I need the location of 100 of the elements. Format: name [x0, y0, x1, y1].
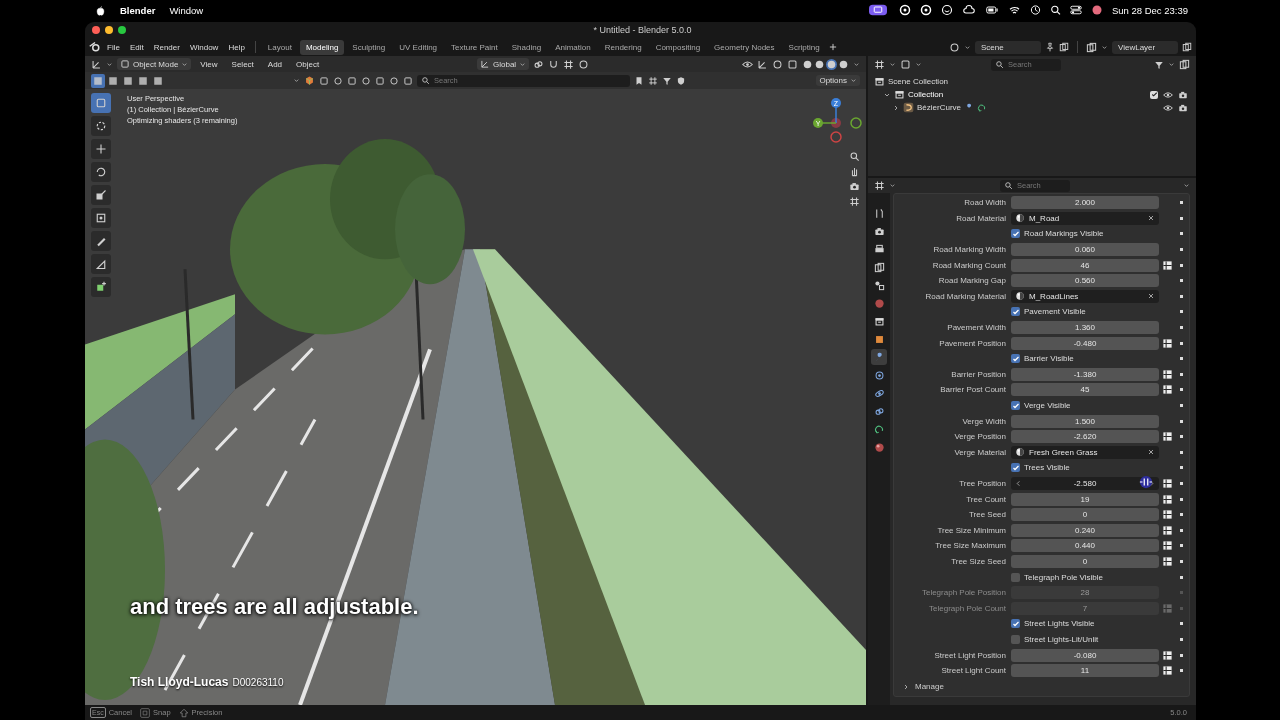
hand-icon[interactable] [849, 166, 860, 177]
expand-caret-icon[interactable] [902, 682, 910, 691]
checkbox[interactable] [1011, 572, 1020, 582]
toggles-icon[interactable] [1069, 4, 1082, 16]
number-field[interactable]: 45 [1011, 383, 1159, 397]
split-square-icon[interactable] [1161, 337, 1173, 349]
logo-icon[interactable] [89, 41, 101, 53]
link-icon[interactable] [533, 58, 545, 70]
eye-icon[interactable] [1163, 89, 1173, 100]
workspace-tab[interactable]: Sculpting [346, 39, 392, 55]
smiley-icon[interactable] [940, 4, 953, 16]
search-icon[interactable] [1049, 4, 1061, 16]
tool-button[interactable] [91, 162, 111, 182]
tool-button[interactable] [91, 139, 111, 159]
caret-icon[interactable] [853, 60, 860, 68]
checkbox[interactable] [1011, 229, 1020, 239]
display-mode-icon[interactable] [900, 59, 911, 70]
split-square-icon[interactable] [1161, 478, 1173, 489]
camera-icon[interactable] [849, 181, 860, 192]
clear-icon[interactable] [1147, 214, 1155, 223]
zoom-button[interactable] [118, 26, 126, 34]
eye-icon[interactable] [742, 58, 753, 70]
number-field[interactable]: -2.580 [1011, 477, 1159, 490]
number-field[interactable]: 2.000 [1011, 196, 1159, 210]
split-square-icon[interactable] [1161, 524, 1173, 536]
copy-icon[interactable] [1182, 42, 1192, 52]
minimize-button[interactable] [105, 26, 113, 34]
ring-icon[interactable] [898, 4, 911, 16]
caret-icon[interactable] [1168, 61, 1175, 68]
axes-icon[interactable] [91, 58, 102, 70]
number-field[interactable]: 11 [1011, 664, 1159, 678]
menu-item[interactable]: Select [226, 58, 259, 70]
split-square-icon[interactable] [1161, 509, 1173, 521]
cube-icon[interactable] [304, 75, 315, 86]
workspace-tab[interactable]: Rendering [598, 39, 648, 55]
menu-item[interactable]: Window [169, 4, 204, 16]
menu-item[interactable]: Help [224, 40, 249, 54]
workspace-tab[interactable]: Compositing [649, 39, 707, 55]
caret-icon[interactable] [889, 182, 896, 189]
magnet-icon[interactable] [548, 58, 560, 70]
menu-item[interactable]: Add [262, 58, 288, 70]
number-field[interactable]: -0.080 [1011, 648, 1159, 662]
split-square-icon[interactable] [1161, 431, 1173, 443]
clock-icon[interactable] [1029, 4, 1041, 16]
workspace-tab[interactable]: UV Editing [393, 39, 444, 55]
number-field[interactable]: 0 [1011, 554, 1159, 568]
camera-icon[interactable] [1178, 89, 1188, 100]
orientation-dropdown[interactable]: Global [477, 58, 530, 70]
hierarchy-icon[interactable] [648, 75, 658, 86]
filter-toggle-icon[interactable] [403, 75, 413, 86]
tool-button[interactable] [91, 231, 111, 251]
filter-toggle-icon[interactable] [389, 75, 399, 86]
checkbox[interactable] [1011, 401, 1020, 410]
grid-icon[interactable] [849, 196, 860, 207]
workspace-tab[interactable]: Animation [549, 39, 597, 55]
scene-icon[interactable] [949, 41, 960, 53]
number-field[interactable]: 0 [1011, 508, 1159, 522]
tool-button[interactable] [91, 254, 111, 274]
number-field[interactable]: 1.500 [1011, 414, 1159, 428]
workspace-tab[interactable]: Texture Paint [445, 39, 504, 55]
menu-item[interactable]: File [103, 40, 124, 54]
caret-icon[interactable] [293, 77, 300, 84]
number-field[interactable]: 46 [1011, 258, 1159, 272]
workspace-tab[interactable]: Geometry Nodes [708, 39, 781, 55]
checkbox[interactable] [1011, 463, 1020, 473]
layers-icon[interactable] [1086, 41, 1097, 53]
sphere-icon[interactable] [826, 58, 837, 70]
square-icon[interactable] [787, 58, 798, 70]
filter-toggle-icon[interactable] [319, 75, 329, 86]
workspace-tab[interactable]: Modeling [299, 39, 345, 55]
filter-toggle-icon[interactable] [375, 75, 385, 86]
copy-icon[interactable] [1059, 42, 1069, 52]
sphere-icon[interactable] [814, 58, 825, 70]
options-dropdown[interactable]: Options [816, 75, 860, 86]
view-layer-field[interactable]: ViewLayer [1112, 40, 1178, 54]
menu-item[interactable]: Render [149, 40, 184, 54]
circle-icon[interactable] [772, 58, 783, 70]
filter-icon[interactable] [1154, 59, 1164, 70]
close-button[interactable] [92, 26, 100, 34]
zoom-icon[interactable] [849, 151, 860, 162]
caret-icon[interactable] [1183, 182, 1190, 189]
split-square-icon[interactable] [1161, 368, 1173, 380]
tool-button[interactable] [91, 277, 111, 297]
split-square-icon[interactable] [1161, 384, 1173, 396]
clear-icon[interactable] [1147, 292, 1155, 301]
tool-button[interactable] [91, 116, 111, 136]
bookmark-icon[interactable] [634, 75, 644, 86]
number-field[interactable]: -1.380 [1011, 367, 1159, 381]
camera-icon[interactable] [1178, 102, 1188, 113]
tree-item-label[interactable]: Collection [908, 90, 944, 99]
filter-toggle-icon[interactable] [333, 75, 343, 86]
avatar-icon[interactable] [1090, 4, 1103, 16]
split-square-icon[interactable] [1161, 259, 1173, 271]
curve-arrow-icon[interactable] [977, 102, 987, 113]
caret-icon[interactable] [915, 61, 922, 68]
split-square-icon[interactable] [1161, 540, 1173, 552]
checkbox[interactable] [1150, 90, 1158, 99]
new-collection-icon[interactable] [1179, 59, 1190, 70]
caret-icon[interactable] [106, 60, 113, 68]
material-field[interactable]: Fresh Green Grass [1011, 445, 1159, 459]
